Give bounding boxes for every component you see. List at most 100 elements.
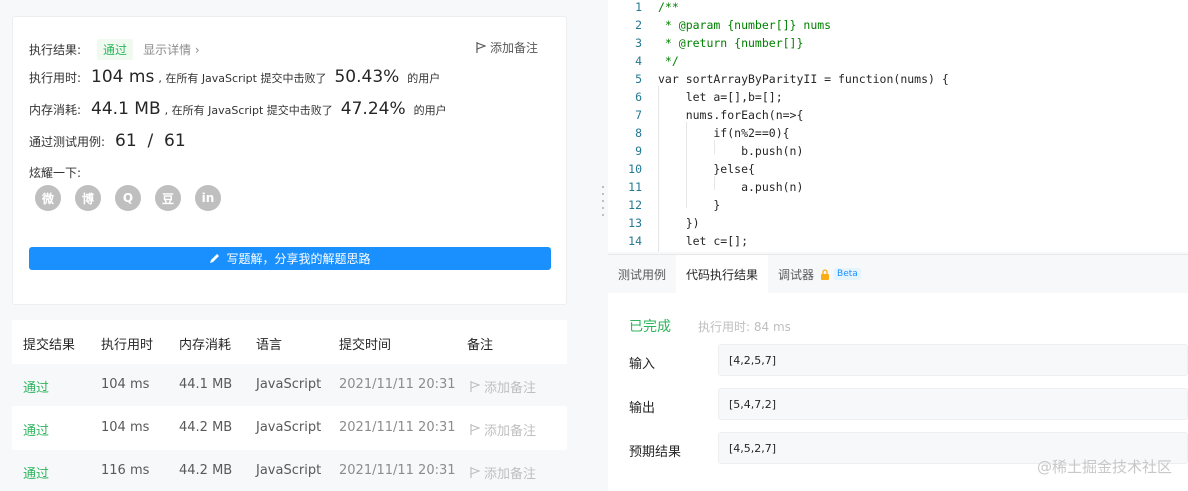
flag-icon xyxy=(470,381,480,392)
share-label: 炫耀一下: xyxy=(29,166,82,180)
row-add-note[interactable]: 添加备注 xyxy=(470,420,536,439)
runtime-mid: , 在所有 JavaScript 提交中击败了 xyxy=(158,72,327,85)
row-memory: 44.1 MB xyxy=(179,377,233,392)
line-number: 8 xyxy=(635,126,642,140)
col-header-language: 语言 xyxy=(256,338,283,353)
runtime-stat: 执行用时: 104 ms , 在所有 JavaScript 提交中击败了 50.… xyxy=(29,67,440,87)
row-note-label: 添加备注 xyxy=(484,424,537,439)
flag-icon xyxy=(470,467,480,478)
code-line[interactable]: b.push(n) xyxy=(658,144,803,158)
line-number: 2 xyxy=(635,18,642,32)
row-status[interactable]: 通过 xyxy=(23,463,49,482)
code-line[interactable]: nums.forEach(n=>{ xyxy=(658,108,804,122)
row-add-note[interactable]: 添加备注 xyxy=(470,377,536,396)
code-line[interactable]: if(n%2==0){ xyxy=(658,126,789,140)
runtime-label: 执行用时: xyxy=(29,71,82,85)
output-label: 输出 xyxy=(629,401,656,416)
add-note-label: 添加备注 xyxy=(489,41,538,55)
drag-handle-icon[interactable] xyxy=(602,186,604,221)
input-label: 输入 xyxy=(629,357,656,372)
row-memory: 44.2 MB xyxy=(179,463,233,478)
wechat-icon[interactable]: 微 xyxy=(35,185,61,211)
code-line[interactable]: } xyxy=(658,198,720,212)
flag-icon xyxy=(476,42,486,53)
table-row[interactable]: 通过 116 ms 44.2 MB JavaScript 2021/11/11 … xyxy=(12,449,567,491)
write-solution-button[interactable]: 写题解，分享我的解题思路 xyxy=(29,247,551,270)
line-number: 14 xyxy=(628,234,642,248)
memory-value: 44.1 MB xyxy=(91,99,161,119)
row-status[interactable]: 通过 xyxy=(23,377,49,396)
line-number: 7 xyxy=(635,108,642,122)
line-number: 4 xyxy=(635,54,642,68)
row-time: 2021/11/11 20:31 xyxy=(339,377,456,392)
code-line[interactable]: }else{ xyxy=(658,162,755,176)
col-header-time: 提交时间 xyxy=(339,338,392,353)
runtime-pct: 50.43% xyxy=(334,67,400,87)
weibo-icon[interactable]: 博 xyxy=(75,185,101,211)
line-number: 5 xyxy=(635,72,642,86)
output-value[interactable]: [5,4,7,2] xyxy=(718,388,1188,420)
tab-testcase[interactable]: 测试用例 xyxy=(608,255,676,293)
watermark: @稀土掘金技术社区 xyxy=(1036,458,1172,476)
code-line[interactable]: var sortArrayByParityII = function(nums)… xyxy=(658,72,949,86)
code-line[interactable]: /** xyxy=(658,0,679,14)
result-label: 执行结果: xyxy=(29,43,82,57)
code-line[interactable]: let c=[]; xyxy=(658,234,748,248)
line-number: 9 xyxy=(635,144,642,158)
write-solution-label: 写题解，分享我的解题思路 xyxy=(226,252,371,266)
line-number: 10 xyxy=(628,162,642,176)
qq-icon[interactable]: Q xyxy=(115,185,141,211)
col-header-result: 提交结果 xyxy=(23,338,76,353)
expected-label: 预期结果 xyxy=(629,445,682,460)
code-line[interactable]: */ xyxy=(658,54,679,68)
douban-icon[interactable]: 豆 xyxy=(155,185,181,211)
col-header-runtime: 执行用时 xyxy=(101,338,154,353)
tab-debugger-label: 调试器 xyxy=(778,267,815,282)
linkedin-icon[interactable]: in xyxy=(195,185,221,211)
flag-icon xyxy=(470,424,480,435)
row-status[interactable]: 通过 xyxy=(23,420,49,439)
code-line[interactable]: * @return {number[]} xyxy=(658,36,803,50)
pencil-icon xyxy=(210,254,220,263)
code-editor[interactable]: 1 /** 2 * @param {number[]} nums 3 * @retur… xyxy=(608,0,1188,252)
row-add-note[interactable]: 添加备注 xyxy=(470,463,536,482)
input-value[interactable]: [4,2,5,7] xyxy=(718,344,1188,376)
tab-debugger[interactable]: 调试器 Beta xyxy=(768,255,871,293)
row-note-label: 添加备注 xyxy=(484,467,537,482)
table-row[interactable]: 通过 104 ms 44.1 MB JavaScript 2021/11/11 … xyxy=(12,363,567,406)
table-row[interactable]: 通过 104 ms 44.2 MB JavaScript 2021/11/11 … xyxy=(12,406,567,449)
memory-label: 内存消耗: xyxy=(29,103,82,117)
code-line[interactable]: * @param {number[]} nums xyxy=(658,18,831,32)
row-runtime: 104 ms xyxy=(101,420,150,435)
runtime-value: 104 ms xyxy=(91,67,155,87)
code-line[interactable]: let a=[],b=[]; xyxy=(658,90,783,104)
status-badge: 通过 xyxy=(97,39,134,60)
left-panel: 执行结果: 通过 显示详情 › 添加备注 执行用时: 104 ms , 在所有 … xyxy=(0,0,582,491)
run-runtime: 执行用时: 84 ms xyxy=(698,320,791,334)
row-time: 2021/11/11 20:31 xyxy=(339,463,456,478)
row-time: 2021/11/11 20:31 xyxy=(339,420,456,435)
code-line[interactable]: a.push(n) xyxy=(658,180,803,194)
row-runtime: 116 ms xyxy=(101,463,150,478)
add-note-button[interactable]: 添加备注 xyxy=(476,39,538,56)
show-detail-link[interactable]: 显示详情 › xyxy=(143,41,200,58)
line-number: 13 xyxy=(628,216,642,230)
row-note-label: 添加备注 xyxy=(484,381,537,396)
lock-icon xyxy=(821,268,830,280)
runtime-tail: 的用户 xyxy=(407,72,441,85)
memory-mid: , 在所有 JavaScript 提交中击败了 xyxy=(164,104,333,117)
result-row: 执行结果: 通过 显示详情 › xyxy=(29,39,200,60)
tests-stat: 通过测试用例: 61 / 61 xyxy=(29,131,190,151)
app-root: 执行结果: 通过 显示详情 › 添加备注 执行用时: 104 ms , 在所有 … xyxy=(0,0,1188,491)
line-number: 3 xyxy=(635,36,642,50)
beta-badge: Beta xyxy=(834,268,861,280)
col-header-memory: 内存消耗 xyxy=(179,338,232,353)
col-header-note: 备注 xyxy=(467,338,494,353)
row-runtime: 104 ms xyxy=(101,377,150,392)
memory-pct: 47.24% xyxy=(340,99,406,119)
code-line[interactable]: }) xyxy=(658,216,700,230)
line-number: 12 xyxy=(628,198,642,212)
panel-divider[interactable] xyxy=(598,0,608,491)
row-language: JavaScript xyxy=(256,463,322,478)
tab-run-result[interactable]: 代码执行结果 xyxy=(676,255,769,293)
